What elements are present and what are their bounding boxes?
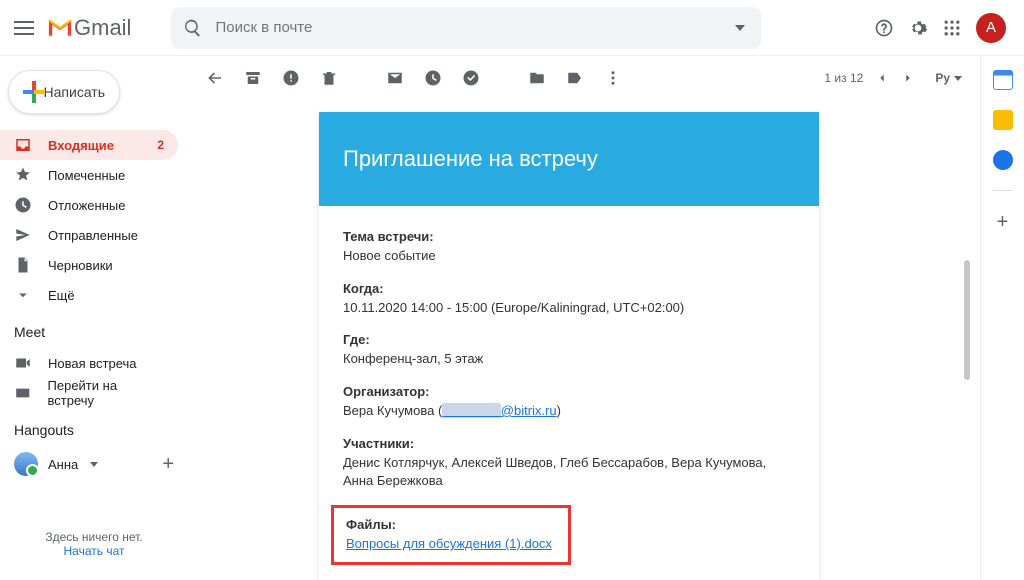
sidebar-item-label: Помеченные [48,168,125,183]
meet-item-label: Перейти на встречу [48,378,164,408]
search-icon [183,18,203,38]
organizer-value: Вера Кучумова ( [343,403,442,418]
meet-join-meeting[interactable]: Перейти на встречу [0,378,178,408]
chevron-down-icon[interactable] [90,462,98,467]
organizer-mail-link[interactable]: xxxxxxxxx@bitrix.ru [442,403,556,418]
organizer-label: Организатор: [343,384,429,399]
compose-button[interactable]: Написать [8,70,120,114]
hangouts-empty: Здесь ничего нет. Начать чат [0,530,188,558]
hangouts-user-name: Анна [48,457,78,472]
presence-avatar [14,452,38,476]
inbox-count: 2 [157,138,164,152]
topic-value: Новое событие [343,248,436,263]
topic-label: Тема встречи: [343,229,434,244]
sidebar-item-sent[interactable]: Отправленные [0,220,178,250]
sidebar-item-drafts[interactable]: Черновики [0,250,178,280]
hangouts-section-title: Hangouts [0,408,188,446]
account-avatar[interactable]: А [976,13,1006,43]
message-toolbar: 1 из 12 Ру [188,56,980,100]
file-icon [14,256,32,274]
pager: 1 из 12 [824,71,915,85]
prev-icon[interactable] [875,71,889,85]
attachment-link[interactable]: Вопросы для обсуждения (1).docx [346,536,552,551]
scrollbar[interactable] [964,260,970,380]
mark-unread-icon[interactable] [386,69,404,87]
search-input[interactable] [203,19,749,36]
product-name: Gmail [74,15,131,41]
when-label: Когда: [343,281,384,296]
participants-value: Денис Котлярчук, Алексей Шведов, Глеб Бе… [343,455,766,489]
add-task-icon[interactable] [462,69,480,87]
back-icon[interactable] [206,69,224,87]
files-highlight: Файлы: Вопросы для обсуждения (1).docx [331,505,571,565]
delete-icon[interactable] [320,69,338,87]
sidebar-item-label: Отправленные [48,228,138,243]
send-icon [14,226,32,244]
sidebar-item-label: Черновики [48,258,113,273]
new-chat-icon[interactable]: + [162,453,174,476]
spam-icon[interactable] [282,69,300,87]
chevron-down-icon [954,76,962,81]
participants-label: Участники: [343,436,414,451]
tasks-addon-icon[interactable] [993,150,1013,170]
sidebar-item-label: Ещё [48,288,75,303]
calendar-addon-icon[interactable] [993,70,1013,90]
video-icon [14,354,32,372]
files-label: Файлы: [346,517,396,532]
compose-label: Написать [44,84,105,100]
keep-addon-icon[interactable] [993,110,1013,130]
snooze-icon[interactable] [424,69,442,87]
meet-item-label: Новая встреча [48,356,137,371]
labels-icon[interactable] [566,69,584,87]
move-to-icon[interactable] [528,69,546,87]
next-icon[interactable] [901,71,915,85]
hangouts-user-row[interactable]: Анна + [0,446,188,482]
where-value: Конференц-зал, 5 этаж [343,351,483,366]
help-icon[interactable] [874,18,894,38]
sidebar-item-inbox[interactable]: Входящие 2 [0,130,178,160]
archive-icon[interactable] [244,69,262,87]
gmail-logo[interactable]: Gmail [46,15,131,41]
sidebar-item-starred[interactable]: Помеченные [0,160,178,190]
get-addons-icon[interactable]: + [997,211,1009,234]
where-label: Где: [343,332,370,347]
menu-icon[interactable] [12,16,36,40]
when-value: 10.11.2020 14:00 - 15:00 (Europe/Kalinin… [343,300,684,315]
apps-icon[interactable] [942,18,962,38]
settings-icon[interactable] [908,18,928,38]
sidebar-item-label: Отложенные [48,198,125,213]
lang-label: Ру [935,71,950,85]
invite-title: Приглашение на встречу [319,112,819,206]
message-area: Приглашение на встречу Тема встречи: Нов… [188,100,980,580]
more-icon[interactable] [604,69,622,87]
start-chat-link[interactable]: Начать чат [0,544,188,558]
divider [993,190,1013,191]
input-tools[interactable]: Ру [935,71,962,85]
chevron-down-icon [14,286,32,304]
search-options-icon[interactable] [735,25,745,31]
side-panel: + [980,56,1024,580]
search-bar[interactable] [171,7,761,49]
sidebar-item-snoozed[interactable]: Отложенные [0,190,178,220]
clock-icon [14,196,32,214]
meet-section-title: Meet [0,310,188,348]
keyboard-icon [14,384,32,402]
empty-text: Здесь ничего нет. [45,530,142,544]
invite-card: Приглашение на встречу Тема встречи: Нов… [319,112,819,580]
content-area: 1 из 12 Ру Приглашение на встречу Тема в… [188,56,980,580]
pager-text: 1 из 12 [824,71,863,85]
sidebar-item-more[interactable]: Ещё [0,280,178,310]
sidebar-item-label: Входящие [48,138,114,153]
meet-new-meeting[interactable]: Новая встреча [0,348,178,378]
star-icon [14,166,32,184]
sidebar: Написать Входящие 2 Помеченные Отложенны… [0,56,188,580]
gmail-m-icon [46,18,74,38]
inbox-icon [14,136,32,154]
plus-icon [23,81,34,103]
